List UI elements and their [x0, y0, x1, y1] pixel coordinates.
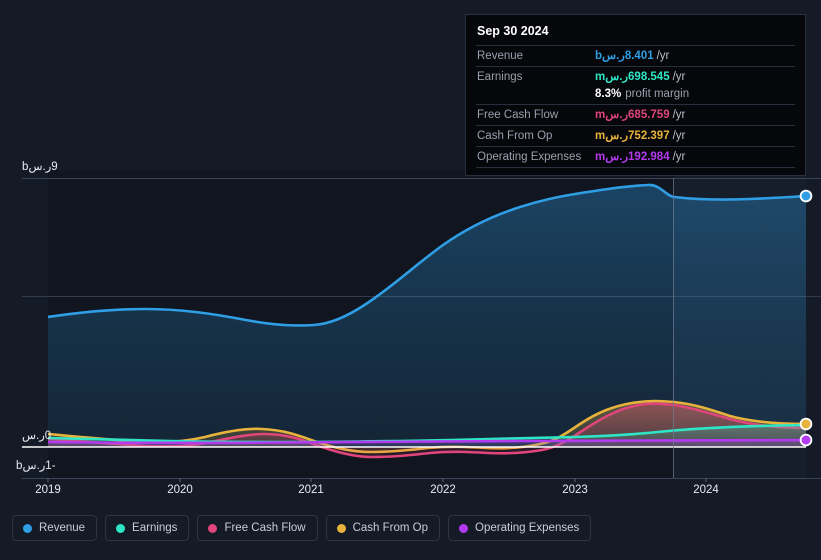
tooltip-unit-earnings: /yr: [672, 71, 686, 83]
tooltip-value-profit-margin: 8.3%: [595, 88, 622, 100]
legend-item-operating-expenses[interactable]: Operating Expenses: [448, 515, 592, 541]
operating-expenses-color-dot-icon: [459, 523, 469, 533]
cash-from-op-endpoint-marker: [799, 417, 813, 431]
x-axis-tick-2023: 2023: [562, 484, 588, 496]
tooltip-label-operating-expenses: Operating Expenses: [477, 151, 582, 163]
tooltip-text-profit-margin: profit margin: [625, 88, 690, 100]
tooltip-label-revenue: Revenue: [477, 50, 524, 62]
tooltip-unit-revenue: /yr: [656, 50, 670, 62]
legend-label-operating-expenses: Operating Expenses: [475, 522, 580, 534]
tooltip-value-operating-expenses: 192.984ر.سm: [595, 151, 670, 163]
financials-chart-widget: 9ر.سb 0ر.س -1ر.سb 2019 2020 2021 2022 20…: [0, 0, 821, 560]
tooltip-footer-divider: [476, 167, 795, 168]
tooltip-row-earnings: Earnings 698.545ر.سm /yr: [476, 66, 795, 87]
tooltip-row-revenue: Revenue 8.401ر.سb /yr: [476, 45, 795, 66]
legend-item-free-cash-flow[interactable]: Free Cash Flow: [197, 515, 318, 541]
operating-expenses-endpoint-marker: [799, 433, 813, 447]
tooltip-unit-free-cash-flow: /yr: [672, 109, 686, 121]
x-axis-tick-2022: 2022: [430, 484, 456, 496]
y-axis-zero-label: 0ر.س: [22, 430, 52, 442]
tooltip-value-cash-from-op: 752.397ر.سm: [595, 130, 670, 142]
earnings-color-dot-icon: [116, 523, 126, 533]
tooltip-unit-cash-from-op: /yr: [672, 130, 686, 142]
legend-item-cash-from-op[interactable]: Cash From Op: [325, 515, 441, 541]
tooltip-unit-operating-expenses: /yr: [672, 151, 686, 163]
free-cash-flow-color-dot-icon: [208, 523, 218, 533]
tooltip-row-profit-margin: 8.3% profit margin: [476, 87, 795, 104]
x-axis-tick-2024: 2024: [693, 484, 719, 496]
tooltip-value-revenue: 8.401ر.سb: [595, 50, 654, 62]
tooltip-label-cash-from-op: Cash From Op: [477, 130, 553, 142]
revenue-endpoint-marker: [799, 189, 813, 203]
tooltip-row-cash-from-op: Cash From Op 752.397ر.سm /yr: [476, 125, 795, 146]
tooltip-row-operating-expenses: Operating Expenses 192.984ر.سm /yr: [476, 146, 795, 167]
revenue-color-dot-icon: [23, 523, 32, 533]
legend-label-revenue: Revenue: [39, 522, 86, 534]
x-axis-tick-2020: 2020: [167, 484, 193, 496]
x-axis-tick-2021: 2021: [298, 484, 324, 496]
tooltip-value-earnings: 698.545ر.سm: [595, 71, 670, 83]
y-axis-negative-label: -1ر.سb: [16, 460, 56, 472]
tooltip-row-free-cash-flow: Free Cash Flow 685.759ر.سm /yr: [476, 104, 795, 125]
tooltip-label-earnings: Earnings: [477, 71, 523, 83]
cash-from-op-color-dot-icon: [336, 523, 346, 533]
tooltip-date: Sep 30 2024: [477, 24, 549, 38]
tooltip-label-free-cash-flow: Free Cash Flow: [477, 109, 559, 121]
legend-label-free-cash-flow: Free Cash Flow: [224, 522, 306, 534]
chart-tooltip: Sep 30 2024 Revenue 8.401ر.سb /yr Earnin…: [465, 14, 806, 176]
y-axis-top-label: 9ر.سb: [22, 161, 58, 173]
legend-label-cash-from-op: Cash From Op: [352, 522, 429, 534]
x-axis-tick-2019: 2019: [35, 484, 61, 496]
legend-label-earnings: Earnings: [132, 522, 178, 534]
tooltip-value-free-cash-flow: 685.759ر.سm: [595, 109, 670, 121]
chart-legend: Revenue Earnings Free Cash Flow Cash Fro…: [12, 515, 592, 541]
legend-item-earnings[interactable]: Earnings: [105, 515, 190, 541]
legend-item-revenue[interactable]: Revenue: [12, 515, 98, 541]
